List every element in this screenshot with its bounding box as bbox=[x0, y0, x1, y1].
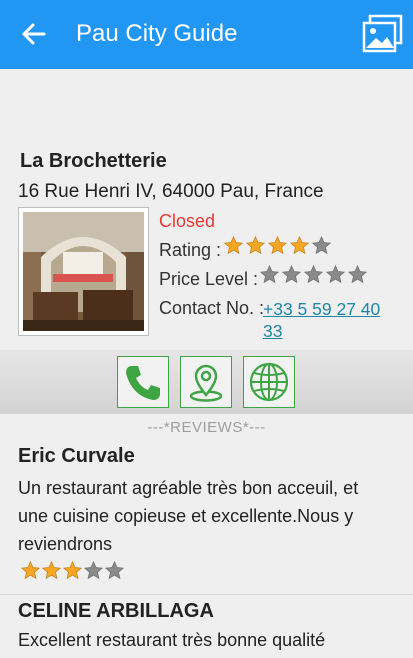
review-divider bbox=[0, 594, 413, 595]
star-empty-icon bbox=[325, 264, 346, 284]
star-filled-icon bbox=[62, 560, 83, 580]
app-title: Pau City Guide bbox=[76, 20, 238, 47]
star-filled-icon bbox=[289, 235, 310, 255]
star-filled-icon bbox=[41, 560, 62, 580]
star-filled-icon bbox=[267, 235, 288, 255]
star-empty-icon bbox=[83, 560, 104, 580]
image-gallery-icon bbox=[362, 14, 403, 53]
action-bar bbox=[0, 350, 413, 414]
review-text: Un restaurant agréable très bon acceuil,… bbox=[18, 478, 359, 554]
rating-stars bbox=[223, 235, 332, 256]
star-empty-icon bbox=[281, 264, 302, 284]
restaurant-photo bbox=[23, 212, 144, 331]
place-photo[interactable] bbox=[18, 207, 149, 336]
star-empty-icon bbox=[303, 264, 324, 284]
phone-icon bbox=[126, 366, 160, 400]
place-name: La Brochetterie bbox=[20, 150, 167, 172]
star-empty-icon bbox=[311, 235, 332, 255]
open-status: Closed bbox=[159, 211, 216, 231]
gallery-button[interactable] bbox=[361, 12, 405, 56]
globe-icon bbox=[249, 362, 289, 402]
reviews-header: ---*REVIEWS*--- bbox=[147, 419, 266, 436]
review-rating-stars bbox=[20, 560, 125, 581]
star-filled-icon bbox=[223, 235, 244, 255]
app-bar: Pau City Guide bbox=[0, 0, 413, 69]
call-button[interactable] bbox=[117, 356, 169, 408]
rating-label: Rating : bbox=[159, 240, 222, 260]
map-pin-icon bbox=[189, 364, 223, 402]
back-button[interactable] bbox=[18, 18, 50, 50]
place-address: 16 Rue Henri IV, 64000 Pau, France bbox=[18, 181, 324, 202]
star-filled-icon bbox=[245, 235, 266, 255]
directions-button[interactable] bbox=[180, 356, 232, 408]
star-empty-icon bbox=[347, 264, 368, 284]
phone-link[interactable]: +33 5 59 27 40 33 bbox=[263, 298, 393, 342]
contact-label: Contact No. : bbox=[159, 298, 265, 318]
star-empty-icon bbox=[259, 264, 280, 284]
review-text: Excellent restaurant très bonne qualité bbox=[18, 630, 326, 650]
arrow-left-icon bbox=[22, 23, 46, 45]
review-author: CELINE ARBILLAGA bbox=[18, 600, 214, 622]
review-author: Eric Curvale bbox=[18, 445, 135, 467]
website-button[interactable] bbox=[243, 356, 295, 408]
price-level-label: Price Level : bbox=[159, 269, 259, 289]
star-filled-icon bbox=[20, 560, 41, 580]
star-empty-icon bbox=[104, 560, 125, 580]
price-level-stars bbox=[259, 264, 368, 285]
